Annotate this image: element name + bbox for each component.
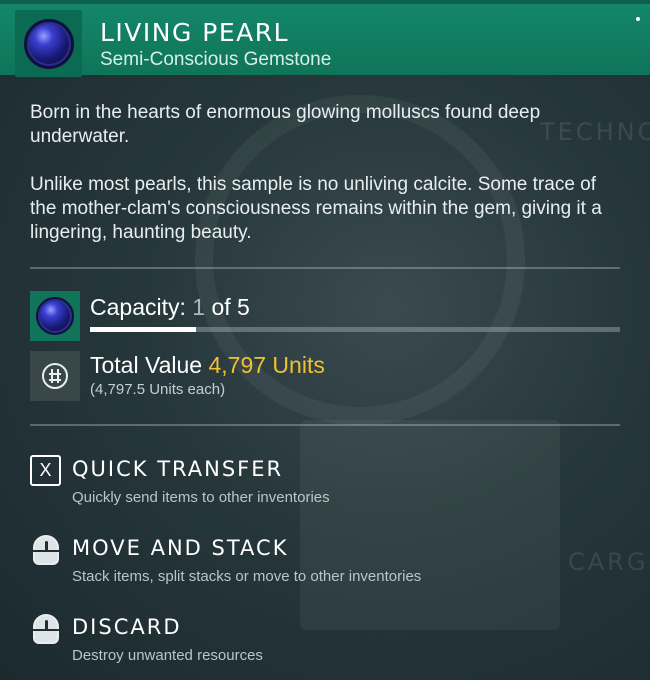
header-indicator-dot bbox=[636, 17, 640, 21]
move-and-stack-desc: Stack items, split stacks or move to oth… bbox=[72, 568, 422, 585]
value-each: (4,797.5 Units each) bbox=[90, 381, 226, 398]
discard-desc: Destroy unwanted resources bbox=[72, 647, 263, 664]
total-value-label: Total Value bbox=[90, 352, 203, 378]
item-icon-frame bbox=[15, 10, 82, 77]
mouse-button-icon bbox=[30, 613, 61, 644]
background-machinery-block bbox=[300, 420, 560, 630]
units-currency-icon bbox=[42, 363, 68, 389]
quick-transfer-action[interactable]: X QUICK TRANSFER Quickly send items to o… bbox=[30, 455, 620, 515]
item-subtitle: Semi-Conscious Gemstone bbox=[100, 49, 332, 70]
item-title: LIVING PEARL bbox=[100, 18, 290, 47]
capacity-current: 1 bbox=[192, 294, 206, 320]
item-tooltip-panel: TECHNOL CARGO LIVING PEARL Semi-Consciou… bbox=[0, 0, 650, 680]
capacity-label-text: Capacity: bbox=[90, 294, 186, 320]
discard-action[interactable]: DISCARD Destroy unwanted resources bbox=[30, 613, 620, 673]
quick-transfer-title: QUICK TRANSFER bbox=[72, 457, 284, 481]
living-pearl-icon bbox=[36, 297, 74, 335]
capacity-bar bbox=[90, 327, 620, 332]
item-header: LIVING PEARL Semi-Conscious Gemstone bbox=[0, 0, 650, 77]
mouse-button-icon bbox=[30, 534, 61, 565]
capacity-item-icon bbox=[30, 291, 80, 341]
units-icon-frame bbox=[30, 351, 80, 401]
move-and-stack-title: MOVE AND STACK bbox=[72, 536, 289, 560]
discard-title: DISCARD bbox=[72, 615, 182, 639]
divider bbox=[30, 424, 620, 426]
item-description-paragraph-1: Born in the hearts of enormous glowing m… bbox=[30, 102, 541, 147]
quick-transfer-desc: Quickly send items to other inventories bbox=[72, 489, 330, 506]
total-value: Total Value 4,797 Units bbox=[90, 352, 325, 379]
move-and-stack-action[interactable]: MOVE AND STACK Stack items, split stacks… bbox=[30, 534, 620, 594]
living-pearl-icon bbox=[23, 18, 74, 69]
total-value-amount: 4,797 Units bbox=[208, 352, 325, 378]
x-key-icon: X bbox=[30, 455, 61, 486]
item-description-paragraph-2: Unlike most pearls, this sample is no un… bbox=[30, 174, 602, 243]
capacity-max: of 5 bbox=[211, 294, 250, 320]
capacity-label: Capacity: 1 of 5 bbox=[90, 294, 250, 321]
divider bbox=[30, 267, 620, 269]
capacity-bar-fill bbox=[90, 327, 196, 332]
